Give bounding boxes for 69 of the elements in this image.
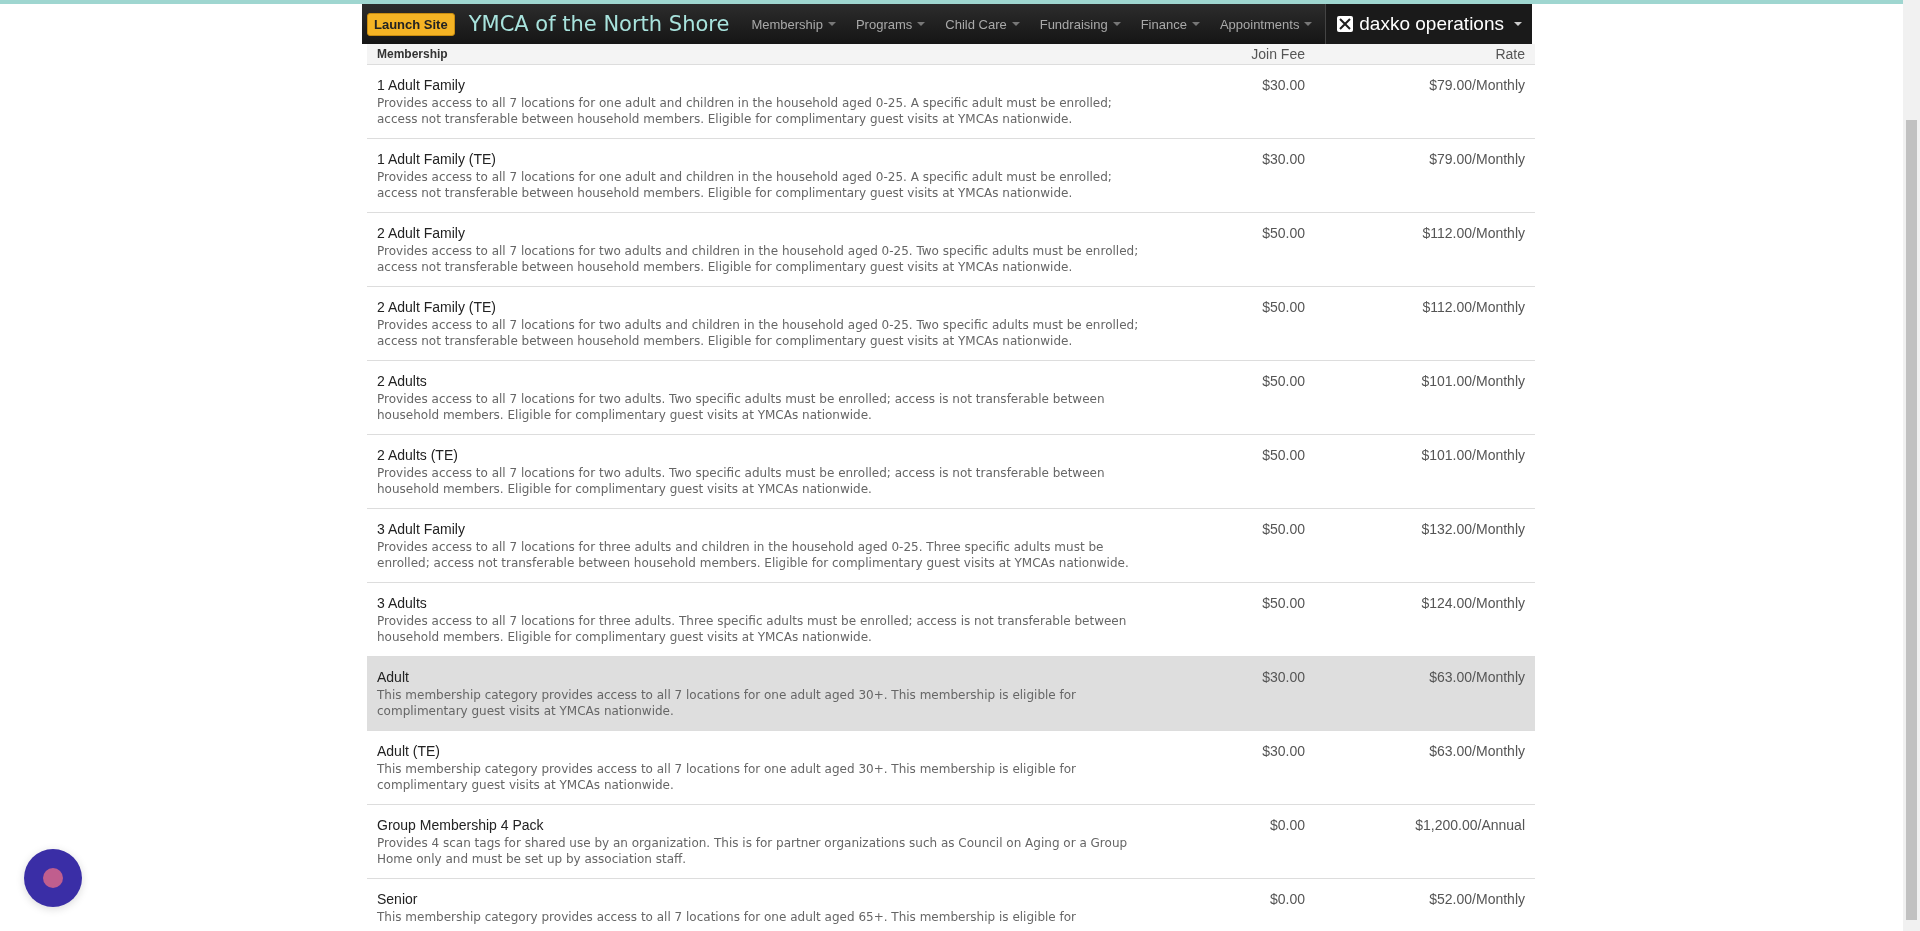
- join-fee: $50.00: [1262, 225, 1305, 241]
- membership-description: Provides access to all 7 locations for two adults and children in the household aged 0-25. Two specific adults must be enrolled; access not transferable between household members. Eligible for complimentary guest visits at YMCAs nationwide.: [377, 317, 1140, 349]
- membership-name: 2 Adult Family (TE): [377, 299, 498, 315]
- column-header: Join Fee: [1250, 46, 1305, 62]
- membership-description: Provides access to all 7 locations for one adult and children in the household aged 0-25. A specific adult must be enrolled; access not transferable between household members. Eligible for complimentary guest visits at YMCAs nationwide.: [377, 95, 1113, 127]
- caret-icon: [1112, 22, 1121, 26]
- join-fee: $50.00: [1262, 373, 1305, 389]
- membership-description: Provides 4 scan tags for shared use by an organization. This is for partner organizations such as Council on Aging or a Group Home only and must be set up by association staff.: [377, 835, 1129, 867]
- join-fee: $30.00: [1262, 669, 1305, 685]
- membership-name: 3 Adults: [377, 595, 428, 611]
- membership-description: This membership category provides access to all 7 locations for one adult aged 30+. This membership is eligible for complimentary guest visits at YMCAs nationwide.: [377, 687, 1078, 719]
- rate: $79.00/Monthly: [1429, 77, 1525, 93]
- menu-item[interactable]: Fundraising: [1039, 16, 1121, 32]
- rate: $1,200.00/Annual: [1415, 817, 1525, 833]
- menu-item[interactable]: Appointments: [1219, 16, 1313, 32]
- membership-name: 3 Adult Family: [377, 521, 466, 537]
- caret-icon: [1191, 22, 1200, 26]
- rate: $112.00/Monthly: [1422, 225, 1525, 241]
- join-fee: $30.00: [1262, 77, 1305, 93]
- join-fee: $50.00: [1262, 595, 1305, 611]
- menu-item[interactable]: Child Care: [945, 16, 1020, 32]
- chat-button[interactable]: [24, 849, 82, 907]
- membership-name: Senior: [377, 891, 419, 907]
- rate: $79.00/Monthly: [1429, 151, 1525, 167]
- membership-name: 2 Adult Family: [377, 225, 466, 241]
- membership-description: Provides access to all 7 locations for one adult and children in the household aged 0-25. A specific adult must be enrolled; access not transferable between household members. Eligible for complimentary guest visits at YMCAs nationwide.: [377, 169, 1113, 201]
- rate: $101.00/Monthly: [1421, 373, 1525, 389]
- menu-item[interactable]: Programs: [855, 16, 926, 32]
- rate: $132.00/Monthly: [1421, 521, 1525, 537]
- caret-icon: [1011, 22, 1020, 26]
- membership-description: This membership category provides access to all 7 locations for one adult aged 65+. This membership is eligible for: [377, 909, 1078, 925]
- membership-name: 2 Adults: [377, 373, 428, 389]
- caret-icon: [827, 22, 836, 26]
- membership-name: Adult (TE): [377, 743, 441, 759]
- join-fee: $0.00: [1269, 817, 1305, 833]
- scrollbar[interactable]: [1903, 0, 1920, 931]
- membership-description: This membership category provides access to all 7 locations for one adult aged 30+. This membership is eligible for complimentary guest visits at YMCAs nationwide.: [377, 761, 1078, 793]
- rate: $101.00/Monthly: [1421, 447, 1525, 463]
- membership-description: Provides access to all 7 locations for two adults and children in the household aged 0-25. Two specific adults must be enrolled; access not transferable between household members. Eligible for complimentary guest visits at YMCAs nationwide.: [377, 243, 1140, 275]
- membership-name: Adult: [377, 669, 410, 685]
- caret-icon: [1304, 22, 1313, 26]
- membership-name: Group Membership 4 Pack: [377, 817, 545, 833]
- membership-name: 2 Adults (TE): [377, 447, 459, 463]
- join-fee: $30.00: [1262, 743, 1305, 759]
- product-menu[interactable]: daxko operations: [1325, 4, 1532, 44]
- site-title[interactable]: YMCA of the North Shore: [468, 12, 730, 36]
- column-header: Membership: [376, 47, 449, 61]
- rate: $52.00/Monthly: [1429, 891, 1525, 907]
- table-row[interactable]: Adult This membership category provides access to all 7 locations for one adult aged 30+. This membership is eligible for complimentary guest visits at YMCAs nationwide. $30.00 $63.00/Monthly: [367, 657, 1535, 731]
- join-fee: $50.00: [1262, 521, 1305, 537]
- menu-item[interactable]: Membership: [751, 16, 836, 32]
- rate: $112.00/Monthly: [1422, 299, 1525, 315]
- join-fee: $50.00: [1262, 299, 1305, 315]
- caret-icon: [917, 22, 926, 26]
- membership-description: Provides access to all 7 locations for two adults. Two specific adults must be enrolled; access is not transferable between household members. Eligible for complimentary guest visits at YMCAs nationwide.: [377, 465, 1106, 497]
- rate: $124.00/Monthly: [1421, 595, 1525, 611]
- membership-name: 1 Adult Family: [377, 77, 466, 93]
- join-fee: $50.00: [1262, 447, 1305, 463]
- membership-description: Provides access to all 7 locations for three adults. Three specific adults must be enrolled; access is not transferable between household members. Eligible for complimentary guest visits at YMCAs nationwide.: [377, 613, 1128, 645]
- menu-item[interactable]: Finance: [1140, 16, 1200, 32]
- join-fee: $30.00: [1262, 151, 1305, 167]
- join-fee: $0.00: [1269, 891, 1305, 907]
- rate: $63.00/Monthly: [1429, 669, 1525, 685]
- membership-description: Provides access to all 7 locations for three adults and children in the household aged 0-25. Three specific adults must be enrolled; access not transferable between household members. Eligible for complimentary guest visits at YMCAs nationwide.: [377, 539, 1130, 571]
- membership-description: Provides access to all 7 locations for two adults. Two specific adults must be enrolled; access is not transferable between household members. Eligible for complimentary guest visits at YMCAs nationwide.: [377, 391, 1106, 423]
- membership-name: 1 Adult Family (TE): [377, 151, 498, 167]
- column-header: Rate: [1494, 46, 1526, 62]
- launch-site-button[interactable]: Launch Site: [367, 12, 455, 36]
- rate: $63.00/Monthly: [1429, 743, 1525, 759]
